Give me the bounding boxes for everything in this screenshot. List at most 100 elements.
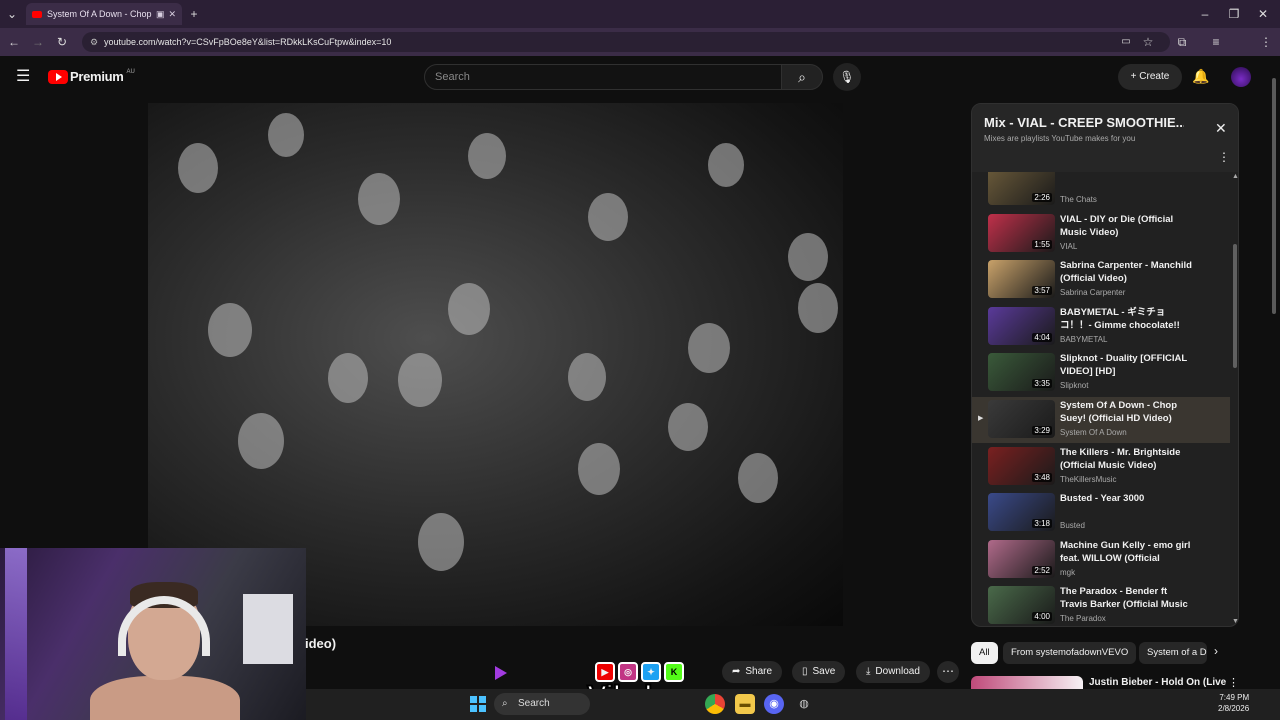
- chip-from-channel[interactable]: From systemofadownVEVO: [1003, 642, 1137, 664]
- download-button[interactable]: ⤓ Download: [856, 661, 930, 683]
- hamburger-menu-icon[interactable]: ☰: [16, 66, 30, 86]
- streamer-body: [90, 676, 240, 720]
- crowd-shape: [398, 353, 442, 407]
- playlist-item-thumbnail[interactable]: 3:57: [988, 260, 1055, 299]
- obs-icon[interactable]: ◍: [794, 694, 814, 714]
- browser-menu-icon[interactable]: ⋮: [1256, 28, 1276, 56]
- playlist-item-thumbnail[interactable]: 4:00: [988, 586, 1055, 625]
- notifications-bell-icon[interactable]: 🔔: [1192, 68, 1209, 85]
- playlist-item[interactable]: 1:55 VIAL - DIY or Die (Official Music Vi…: [972, 211, 1230, 257]
- url-field[interactable]: ⚙ youtube.com/watch?v=CSvFpBOe8eY&list=R…: [82, 32, 1170, 52]
- playlist-item[interactable]: ▶ 3:29 System Of A Down - Chop Suey! (Offi…: [972, 397, 1230, 443]
- discord-icon[interactable]: ◉: [764, 694, 784, 714]
- playlist-item-thumbnail[interactable]: 3:48: [988, 446, 1055, 485]
- playlist-item-title[interactable]: BABYMETAL - ギミチョコ！！- Gimme chocolate!! (…: [1060, 306, 1195, 332]
- playlist-item-channel: Busted: [1060, 521, 1085, 531]
- cast-icon[interactable]: ▭: [1116, 28, 1136, 56]
- scroll-down-icon[interactable]: ▼: [1232, 618, 1238, 625]
- close-window-icon[interactable]: ✕: [1253, 0, 1273, 28]
- taskbar-clock[interactable]: 7:49 PM 2/8/2026: [1218, 692, 1249, 714]
- bookmark-star-icon[interactable]: ☆: [1138, 28, 1158, 56]
- playlist-item-title[interactable]: Busted - Year 3000: [1060, 492, 1195, 505]
- playlist-menu-icon[interactable]: ⋮: [1218, 150, 1230, 164]
- chevron-right-icon[interactable]: ›: [1214, 644, 1218, 658]
- playlist-item[interactable]: 3:18 Busted - Year 3000 Busted: [972, 490, 1230, 536]
- scrollbar-thumb[interactable]: [1233, 244, 1237, 368]
- extensions-icon[interactable]: ⧉: [1172, 28, 1192, 56]
- playlist-item-title[interactable]: Sabrina Carpenter - Manchild (Official V…: [1060, 259, 1195, 285]
- playlist-item-title[interactable]: Machine Gun Kelly - emo girl feat. WILLO…: [1060, 539, 1195, 565]
- tab-list-icon[interactable]: ⌄: [2, 0, 22, 28]
- playlist-item[interactable]: 3:57 Sabrina Carpenter - Manchild (Offici…: [972, 257, 1230, 303]
- playlist-item[interactable]: 2:26 The Chats: [972, 172, 1230, 210]
- playlist-item-thumbnail[interactable]: 3:18: [988, 493, 1055, 532]
- playlist-title[interactable]: Mix - VIAL - CREEP SMOOTHIE...: [984, 115, 1184, 130]
- duration-badge: 3:48: [1032, 472, 1052, 482]
- playlist-item-title[interactable]: Slipknot - Duality [OFFICIAL VIDEO] [HD]: [1060, 352, 1195, 378]
- playlist-item-title[interactable]: The Killers - Mr. Brightside (Official M…: [1060, 446, 1195, 472]
- scroll-up-icon[interactable]: ▲: [1232, 173, 1238, 180]
- taskbar-search-label: Search: [518, 698, 550, 709]
- save-icon: ▯: [802, 666, 808, 677]
- page-scrollbar[interactable]: [1270, 58, 1278, 720]
- windows-start-icon[interactable]: [470, 696, 486, 712]
- playlist-item[interactable]: 3:35 Slipknot - Duality [OFFICIAL VIDEO] …: [972, 350, 1230, 396]
- playlist-item-channel: System Of A Down: [1060, 428, 1127, 437]
- playlist-item[interactable]: 3:48 The Killers - Mr. Brightside (Offici…: [972, 444, 1230, 490]
- playlist-item[interactable]: 4:00 The Paradox - Bender ft Travis Barke…: [972, 583, 1230, 626]
- create-button[interactable]: + Create: [1118, 64, 1182, 90]
- share-button[interactable]: ➦ Share: [722, 661, 783, 683]
- tab-close-icon[interactable]: ✕: [168, 9, 176, 20]
- taskbar-search-icon: ⌕: [502, 698, 508, 709]
- playlist-item-thumbnail[interactable]: 2:26: [988, 172, 1055, 205]
- mouse-cursor-icon: [495, 666, 507, 680]
- playlist-item-title[interactable]: The Paradox - Bender ft Travis Barker (O…: [1060, 585, 1195, 611]
- duration-badge: 4:00: [1032, 612, 1052, 622]
- minimize-icon[interactable]: –: [1195, 0, 1215, 28]
- back-icon[interactable]: ←: [4, 28, 24, 56]
- playlist-item-thumbnail[interactable]: 1:55: [988, 213, 1055, 252]
- voice-search-button[interactable]: 🎙: [833, 63, 861, 91]
- save-button[interactable]: ▯ Save: [792, 661, 846, 683]
- taskbar-search[interactable]: ⌕ Search: [494, 693, 590, 715]
- search-button[interactable]: ⌕: [781, 64, 823, 90]
- recommendation-menu-icon[interactable]: ⋮: [1228, 676, 1239, 689]
- page-scrollbar-thumb[interactable]: [1272, 78, 1276, 314]
- duration-badge: 2:52: [1032, 565, 1052, 575]
- webcam-overlay: [0, 548, 306, 720]
- playlist-item-thumbnail[interactable]: 4:04: [988, 306, 1055, 345]
- site-info-icon[interactable]: ⚙: [90, 32, 98, 52]
- playlist-item-thumbnail[interactable]: 3:29: [988, 400, 1055, 438]
- restore-icon[interactable]: ❐: [1224, 0, 1244, 28]
- reload-icon[interactable]: ↻: [52, 28, 72, 56]
- account-avatar[interactable]: [1231, 67, 1251, 87]
- browser-tab[interactable]: System Of A Down - Chop ▣ ✕: [26, 3, 182, 25]
- duration-badge: 3:35: [1032, 379, 1052, 389]
- playlist-scrollbar[interactable]: ▲ ▼: [1231, 172, 1238, 626]
- browser-tab-bar: ⌄ System Of A Down - Chop ▣ ✕ + – ❐ ✕: [0, 0, 1280, 28]
- crowd-shape: [798, 283, 838, 333]
- playlist-item-title[interactable]: VIAL - DIY or Die (Official Music Video): [1060, 213, 1195, 239]
- search-input[interactable]: Search: [424, 64, 782, 90]
- new-tab-icon[interactable]: +: [184, 0, 204, 28]
- playlist-item-thumbnail[interactable]: 3:35: [988, 353, 1055, 392]
- clock-time: 7:49 PM: [1219, 693, 1250, 702]
- chip-all[interactable]: All: [971, 642, 998, 664]
- playlist-item[interactable]: 4:04 BABYMETAL - ギミチョコ！！- Gimme chocolate…: [972, 304, 1230, 350]
- chrome-icon[interactable]: [705, 694, 725, 714]
- file-explorer-icon[interactable]: ▬: [735, 694, 755, 714]
- recommendation-title[interactable]: Justin Bieber - Hold On (Live: [1089, 677, 1226, 688]
- close-icon[interactable]: ✕: [1215, 120, 1227, 137]
- tab-media-icon[interactable]: ▣: [156, 9, 165, 20]
- mic-icon: 🎙: [839, 70, 855, 84]
- youtube-logo[interactable]: Premium AU: [48, 69, 135, 84]
- forward-icon[interactable]: →: [28, 28, 48, 56]
- playlist-item-thumbnail[interactable]: 2:52: [988, 539, 1055, 578]
- more-actions-icon[interactable]: ⋯: [937, 661, 959, 683]
- brand-text: Premium: [70, 69, 124, 84]
- media-controls-icon[interactable]: ≡: [1206, 28, 1226, 56]
- playlist-item-title[interactable]: System Of A Down - Chop Suey! (Official …: [1060, 399, 1195, 425]
- playlist-item-channel: BABYMETAL: [1060, 334, 1108, 344]
- playlist-item[interactable]: 2:52 Machine Gun Kelly - emo girl feat. W…: [972, 537, 1230, 583]
- chip-system[interactable]: System of a D: [1139, 642, 1207, 664]
